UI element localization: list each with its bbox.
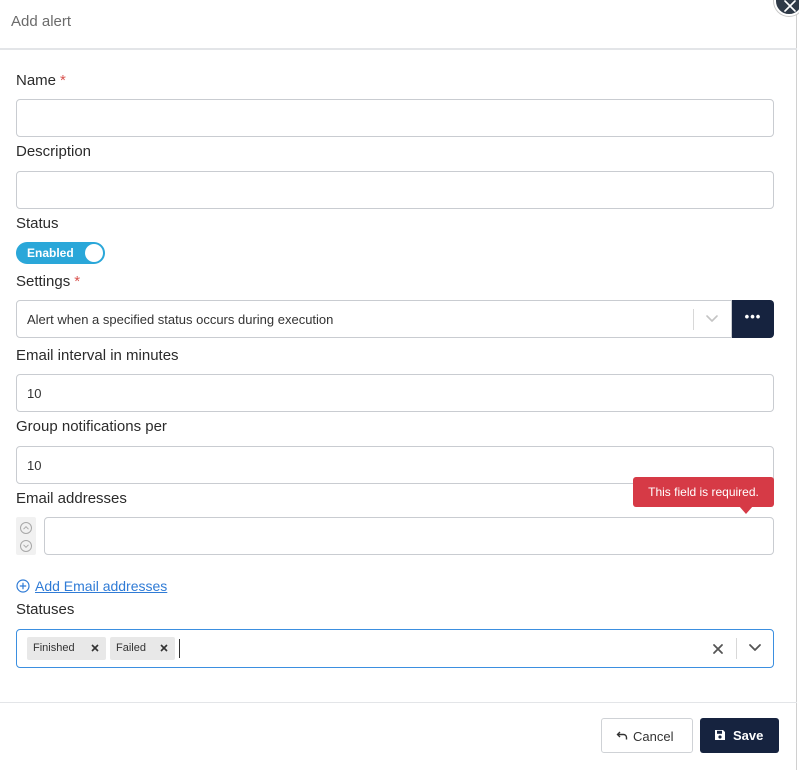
floppy-disk-icon	[715, 730, 725, 740]
select-separator	[736, 638, 737, 659]
save-button[interactable]: Save	[700, 718, 779, 753]
add-alert-dialog: Add alert Name * Description Status Enabl…	[0, 0, 799, 770]
validation-error-tooltip: This field is required.	[633, 477, 774, 507]
text-caret	[179, 639, 180, 658]
status-chip-failed: Failed	[110, 637, 175, 660]
toggle-knob	[85, 244, 103, 262]
status-label: Status	[16, 215, 59, 232]
status-toggle-label: Enabled	[27, 246, 74, 260]
select-separator	[693, 309, 694, 330]
clear-all-icon[interactable]	[712, 643, 724, 655]
dialog-header: Add alert	[0, 0, 797, 50]
name-label: Name *	[16, 72, 66, 89]
statuses-label: Statuses	[16, 601, 75, 618]
group-notifications-label: Group notifications per	[16, 418, 167, 435]
close-icon	[784, 0, 796, 12]
plus-circle-icon	[16, 579, 30, 593]
status-toggle[interactable]: Enabled	[16, 242, 105, 264]
cancel-button[interactable]: Cancel	[601, 718, 693, 753]
dialog-title: Add alert	[11, 13, 72, 30]
arrow-up-circle-icon[interactable]	[19, 521, 33, 535]
description-label: Description	[16, 143, 92, 160]
footer-divider	[0, 702, 797, 703]
arrow-down-circle-icon[interactable]	[19, 539, 33, 553]
description-input[interactable]	[16, 171, 774, 209]
settings-label-text: Settings	[16, 273, 71, 290]
settings-more-button[interactable]: •••	[732, 300, 774, 338]
cancel-label: Cancel	[633, 729, 674, 744]
chevron-down-icon[interactable]	[748, 643, 762, 653]
settings-label: Settings *	[16, 273, 80, 290]
chevron-down-icon[interactable]	[705, 314, 719, 324]
required-mark: *	[60, 72, 66, 89]
name-input[interactable]	[16, 99, 774, 137]
tooltip-arrow	[739, 506, 753, 514]
statuses-multiselect[interactable]: Finished Failed	[16, 629, 774, 668]
email-interval-input[interactable]	[16, 374, 774, 412]
name-label-text: Name	[16, 72, 57, 89]
chip-label: Finished	[33, 642, 75, 654]
close-icon[interactable]	[159, 643, 169, 653]
email-address-input[interactable]	[44, 517, 774, 555]
chip-label: Failed	[116, 642, 146, 654]
add-email-addresses-text: Add Email addresses	[35, 578, 168, 594]
close-icon[interactable]	[90, 643, 100, 653]
settings-selected-value: Alert when a specified status occurs dur…	[27, 312, 334, 327]
save-label: Save	[733, 728, 764, 743]
settings-select[interactable]: Alert when a specified status occurs dur…	[16, 300, 732, 338]
status-chip-finished: Finished	[27, 637, 106, 660]
reorder-controls	[16, 517, 36, 555]
email-interval-label: Email interval in minutes	[16, 347, 179, 364]
required-mark: *	[74, 273, 81, 290]
undo-icon	[616, 731, 628, 740]
email-addresses-label: Email addresses	[16, 490, 127, 507]
more-dots-icon: •••	[744, 309, 762, 324]
